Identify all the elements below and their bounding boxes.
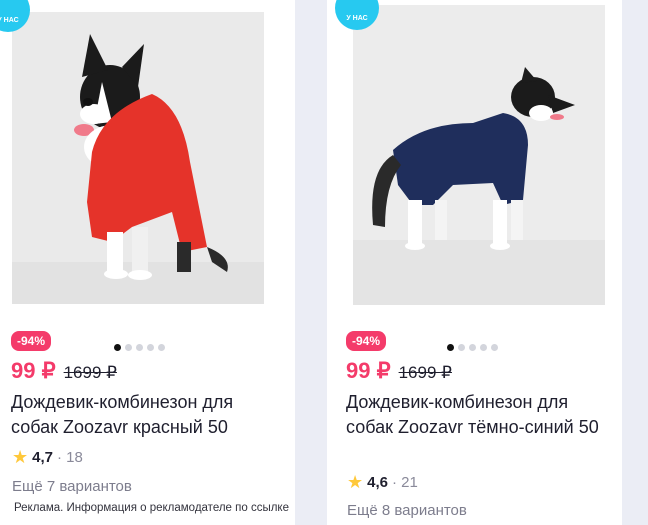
pagination-dot[interactable]	[147, 344, 154, 351]
discount-badge: -94%	[11, 331, 52, 351]
dog-photo	[12, 12, 264, 304]
pagination-dot[interactable]	[158, 344, 165, 351]
price-row: 99 ₽ 1699 ₽	[11, 358, 117, 384]
rating: ★ 4,6 · 21	[347, 473, 418, 491]
pagination-dot[interactable]	[114, 344, 121, 351]
product-image[interactable]	[12, 12, 264, 304]
image-pagination[interactable]	[114, 344, 165, 351]
star-icon: ★	[12, 447, 29, 467]
pagination-dot[interactable]	[125, 344, 132, 351]
star-icon: ★	[347, 472, 364, 492]
pagination-dot[interactable]	[491, 344, 498, 351]
product-title[interactable]: Дождевик-комбинезон для собак Zoozavr тё…	[346, 390, 611, 440]
product-image[interactable]	[353, 5, 605, 305]
current-price: 99 ₽	[346, 358, 391, 383]
more-variants-link[interactable]: Ещё 7 вариантов	[12, 478, 132, 495]
pagination-dot[interactable]	[458, 344, 465, 351]
ad-disclaimer[interactable]: Реклама. Информация о рекламодателе по с…	[14, 502, 289, 514]
pagination-dot[interactable]	[447, 344, 454, 351]
current-price: 99 ₽	[11, 358, 56, 383]
old-price: 1699 ₽	[398, 363, 452, 382]
rating: ★ 4,7 · 18	[12, 448, 83, 466]
more-variants-link[interactable]: Ещё 8 вариантов	[347, 502, 467, 519]
review-count: · 21	[392, 473, 418, 491]
discount-badge: -94%	[346, 331, 387, 351]
image-pagination[interactable]	[447, 344, 498, 351]
product-card[interactable]: У НАС -94% 99 ₽ 1699 ₽ Дождевик-комбинез…	[327, 0, 622, 525]
pagination-dot[interactable]	[480, 344, 487, 351]
pagination-dot[interactable]	[136, 344, 143, 351]
review-count: · 18	[57, 448, 83, 466]
rating-value: 4,7	[32, 448, 53, 466]
rating-value: 4,6	[367, 473, 388, 491]
product-card[interactable]: У НАС -94% 99 ₽ 1699 ₽ Дождевик-комбинез…	[0, 0, 295, 525]
price-row: 99 ₽ 1699 ₽	[346, 358, 452, 384]
old-price: 1699 ₽	[63, 363, 117, 382]
product-title[interactable]: Дождевик-комбинезон для собак Zoozavr кр…	[11, 390, 281, 440]
dog-photo	[353, 5, 605, 305]
pagination-dot[interactable]	[469, 344, 476, 351]
